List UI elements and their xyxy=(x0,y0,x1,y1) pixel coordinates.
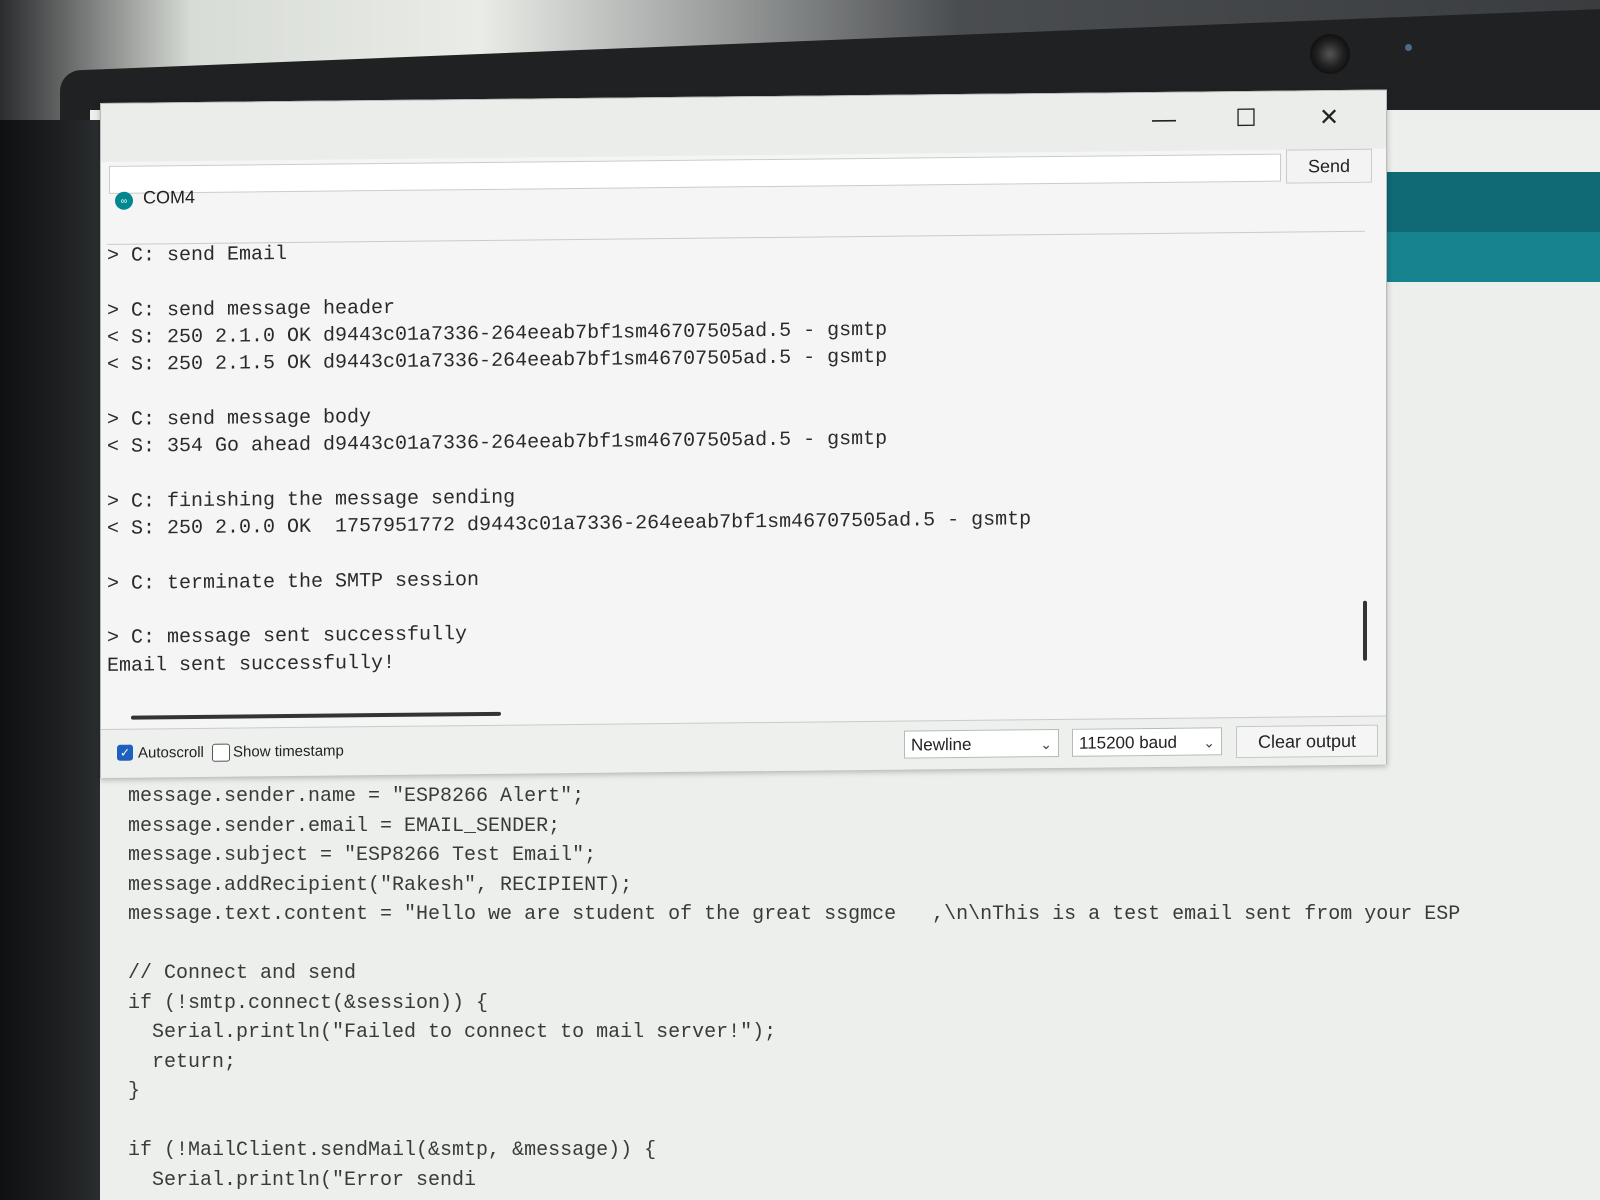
ide-toolbar xyxy=(1380,172,1600,232)
minimize-button[interactable]: — xyxy=(1141,103,1187,137)
chevron-down-icon: ⌄ xyxy=(1203,734,1215,751)
chevron-down-icon: ⌄ xyxy=(1040,736,1052,753)
code-line: message.text.content = "Hello we are stu… xyxy=(128,903,1461,926)
webcam-led xyxy=(1405,44,1412,51)
vertical-scrollbar[interactable] xyxy=(1363,600,1367,661)
code-line: // Connect and send xyxy=(128,962,357,985)
code-line: } xyxy=(128,1080,141,1103)
show-timestamp-label: Show timestamp xyxy=(233,742,344,761)
code-line: message.sender.email = EMAIL_SENDER; xyxy=(128,814,561,838)
serial-monitor-window: — ☐ ✕ Send ∞ COM4 > C: send Email > C: se… xyxy=(100,89,1387,778)
title-bar xyxy=(101,90,1386,162)
output-line: > C: send Email xyxy=(107,243,288,268)
window-title: COM4 xyxy=(143,187,196,208)
autoscroll-checkbox[interactable]: ✓ xyxy=(117,744,133,761)
maximize-button[interactable]: ☐ xyxy=(1223,102,1269,136)
output-line: > C: send message body xyxy=(107,405,372,432)
monitor-bezel-left xyxy=(0,120,100,1200)
serial-output[interactable]: > C: send Email > C: send message header <… xyxy=(107,230,1365,705)
output-line: < S: 354 Go ahead d9443c01a7336-264eeab7… xyxy=(107,427,888,460)
output-line: > C: send message header xyxy=(107,296,396,323)
webcam-icon xyxy=(1310,34,1350,74)
clear-output-button[interactable]: Clear output xyxy=(1236,724,1378,759)
baud-rate-value: 115200 baud xyxy=(1079,732,1178,753)
output-line: > C: finishing the message sending xyxy=(107,486,516,514)
output-line: < S: 250 2.1.0 OK d9443c01a7336-264eeab7… xyxy=(107,318,888,350)
code-editor[interactable]: message.sender.name = "ESP8266 Alert"; me… xyxy=(128,785,1600,1195)
horizontal-scrollbar[interactable] xyxy=(131,711,501,720)
code-line: message.addRecipient("Rakesh", RECIPIENT… xyxy=(128,873,633,897)
send-button[interactable]: Send xyxy=(1286,148,1372,184)
code-line: message.subject = "ESP8266 Test Email"; xyxy=(128,844,597,867)
code-line: message.sender.name = "ESP8266 Alert"; xyxy=(128,785,585,808)
show-timestamp-checkbox[interactable] xyxy=(212,743,230,762)
arduino-icon: ∞ xyxy=(115,191,133,210)
output-line: > C: message sent successfully xyxy=(107,623,468,651)
output-line: < S: 250 2.1.5 OK d9443c01a7336-264eeab7… xyxy=(107,345,888,378)
line-ending-value: Newline xyxy=(911,734,972,755)
code-line: return; xyxy=(128,1050,237,1074)
ide-tabbar xyxy=(1380,232,1600,282)
baud-rate-select[interactable]: 115200 baud ⌄ xyxy=(1072,727,1222,757)
output-line: Email sent successfully! xyxy=(107,651,396,678)
output-line: < S: 250 2.0.0 OK 1757951772 d9443c01a73… xyxy=(107,508,1032,541)
output-line: > C: terminate the SMTP session xyxy=(107,568,480,596)
code-line: Serial.println("Failed to connect to mai… xyxy=(128,1021,777,1044)
code-line: if (!MailClient.sendMail(&smtp, &message… xyxy=(128,1139,657,1162)
line-ending-select[interactable]: Newline ⌄ xyxy=(904,728,1059,759)
close-button[interactable]: ✕ xyxy=(1306,101,1352,135)
code-line: if (!smtp.connect(&session)) { xyxy=(128,991,489,1015)
autoscroll-label: Autoscroll xyxy=(138,743,204,762)
code-line: Serial.println("Error sendi xyxy=(128,1168,477,1192)
